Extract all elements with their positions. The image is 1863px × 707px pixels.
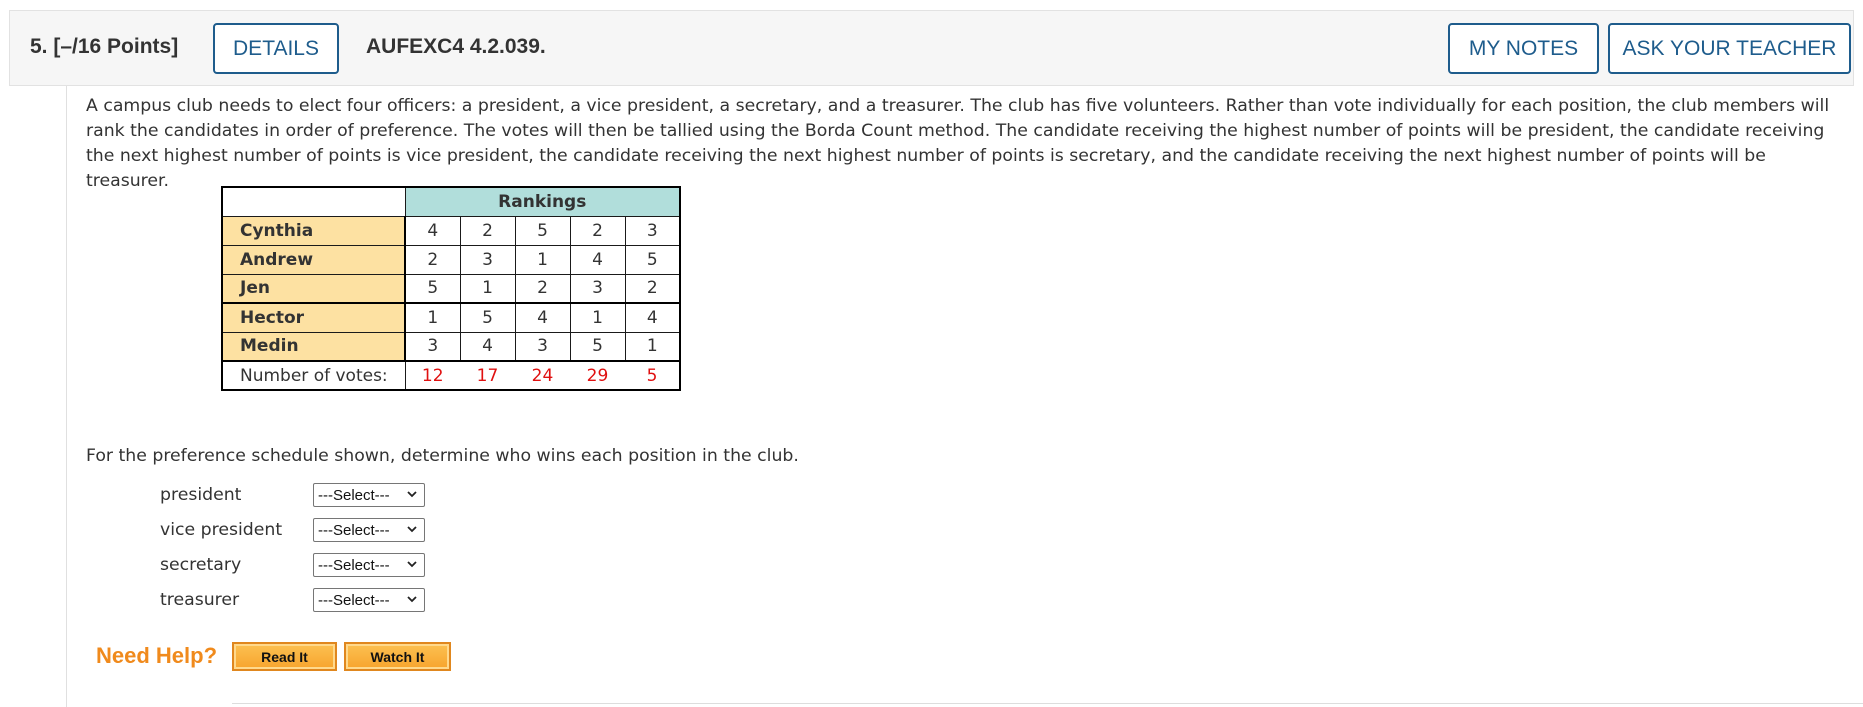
chevron-down-icon	[407, 561, 417, 568]
candidate-name: Medin	[221, 331, 406, 362]
treasurer-select[interactable]: ---Select---	[313, 588, 425, 612]
position-label: treasurer	[160, 590, 240, 610]
ranking-cell: 5	[459, 302, 516, 333]
question-code: AUFEXC4 4.2.039.	[366, 35, 546, 58]
ranking-cell: 5	[514, 215, 571, 246]
ranking-cell: 1	[514, 244, 571, 275]
ranking-cell: 3	[514, 331, 571, 362]
ask-teacher-button[interactable]: ASK YOUR TEACHER	[1608, 23, 1851, 74]
preference-schedule-table: Rankings Cynthia 4 2 5 2 3 Andrew 2 3 1 …	[221, 186, 681, 391]
ranking-cell: 4	[514, 302, 571, 333]
ranking-cell: 4	[624, 302, 681, 333]
position-row-vice-president: vice president ---Select---	[160, 518, 425, 542]
ranking-cell: 5	[569, 331, 626, 362]
question-number: 5. [–/16 Points]	[30, 35, 179, 58]
chevron-down-icon	[407, 491, 417, 498]
question-header: 5. [–/16 Points] DETAILS AUFEXC4 4.2.039…	[9, 10, 1854, 86]
votes-cell: 17	[460, 360, 515, 391]
ranking-cell: 4	[404, 215, 461, 246]
watch-it-button[interactable]: Watch It	[344, 642, 451, 671]
select-value: ---Select---	[318, 486, 390, 504]
president-select[interactable]: ---Select---	[313, 483, 425, 507]
ranking-cell: 1	[569, 302, 626, 333]
vice-president-select[interactable]: ---Select---	[313, 518, 425, 542]
position-label: secretary	[160, 555, 242, 575]
ranking-cell: 2	[514, 273, 571, 304]
ranking-cell: 3	[404, 331, 461, 362]
ranking-cell: 4	[459, 331, 516, 362]
ranking-cell: 4	[569, 244, 626, 275]
ranking-cell: 2	[569, 215, 626, 246]
votes-cell: 24	[515, 360, 570, 391]
question-prompt: For the preference schedule shown, deter…	[86, 446, 799, 466]
ranking-cell: 1	[404, 302, 461, 333]
votes-label: Number of votes:	[221, 360, 406, 391]
my-notes-button[interactable]: MY NOTES	[1448, 23, 1599, 74]
position-row-president: president ---Select---	[160, 483, 425, 507]
votes-row: Number of votes: 12 17 24 29 5	[221, 360, 681, 391]
table-row: Jen 5 1 2 3 2	[221, 273, 681, 304]
table-row: Hector 1 5 4 1 4	[221, 302, 681, 333]
details-button[interactable]: DETAILS	[213, 23, 339, 74]
question-page: 5. [–/16 Points] DETAILS AUFEXC4 4.2.039…	[0, 0, 1863, 707]
content-left-border	[66, 86, 67, 707]
ranking-cell: 2	[404, 244, 461, 275]
position-row-secretary: secretary ---Select---	[160, 553, 425, 577]
ranking-cell: 2	[624, 273, 681, 304]
table-row: Andrew 2 3 1 4 5	[221, 244, 681, 275]
candidate-name: Hector	[221, 302, 406, 333]
votes-cell: 5	[625, 360, 681, 391]
position-row-treasurer: treasurer ---Select---	[160, 588, 425, 612]
read-it-button[interactable]: Read It	[232, 642, 337, 671]
position-label: vice president	[160, 520, 283, 540]
select-value: ---Select---	[318, 556, 390, 574]
ranking-cell: 1	[459, 273, 516, 304]
chevron-down-icon	[407, 526, 417, 533]
ranking-cell: 5	[624, 244, 681, 275]
table-row: Medin 3 4 3 5 1	[221, 331, 681, 362]
ranking-cell: 3	[459, 244, 516, 275]
ranking-cell: 5	[404, 273, 461, 304]
votes-cell: 12	[405, 360, 460, 391]
ranking-cell: 3	[569, 273, 626, 304]
need-help-label: Need Help?	[96, 643, 218, 668]
problem-statement: A campus club needs to elect four office…	[86, 96, 1830, 191]
rankings-header: Rankings	[404, 186, 681, 217]
candidate-name: Andrew	[221, 244, 406, 275]
position-label: president	[160, 485, 242, 505]
ranking-cell: 3	[624, 215, 681, 246]
select-value: ---Select---	[318, 521, 390, 539]
votes-cell: 29	[570, 360, 625, 391]
secretary-select[interactable]: ---Select---	[313, 553, 425, 577]
candidate-name: Jen	[221, 273, 406, 304]
table-row: Cynthia 4 2 5 2 3	[221, 215, 681, 246]
candidate-name: Cynthia	[221, 215, 406, 246]
table-corner-cell	[221, 186, 406, 217]
table-header-row: Rankings	[221, 186, 681, 217]
ranking-cell: 1	[624, 331, 681, 362]
chevron-down-icon	[407, 596, 417, 603]
content-divider	[232, 703, 1863, 704]
select-value: ---Select---	[318, 591, 390, 609]
ranking-cell: 2	[459, 215, 516, 246]
